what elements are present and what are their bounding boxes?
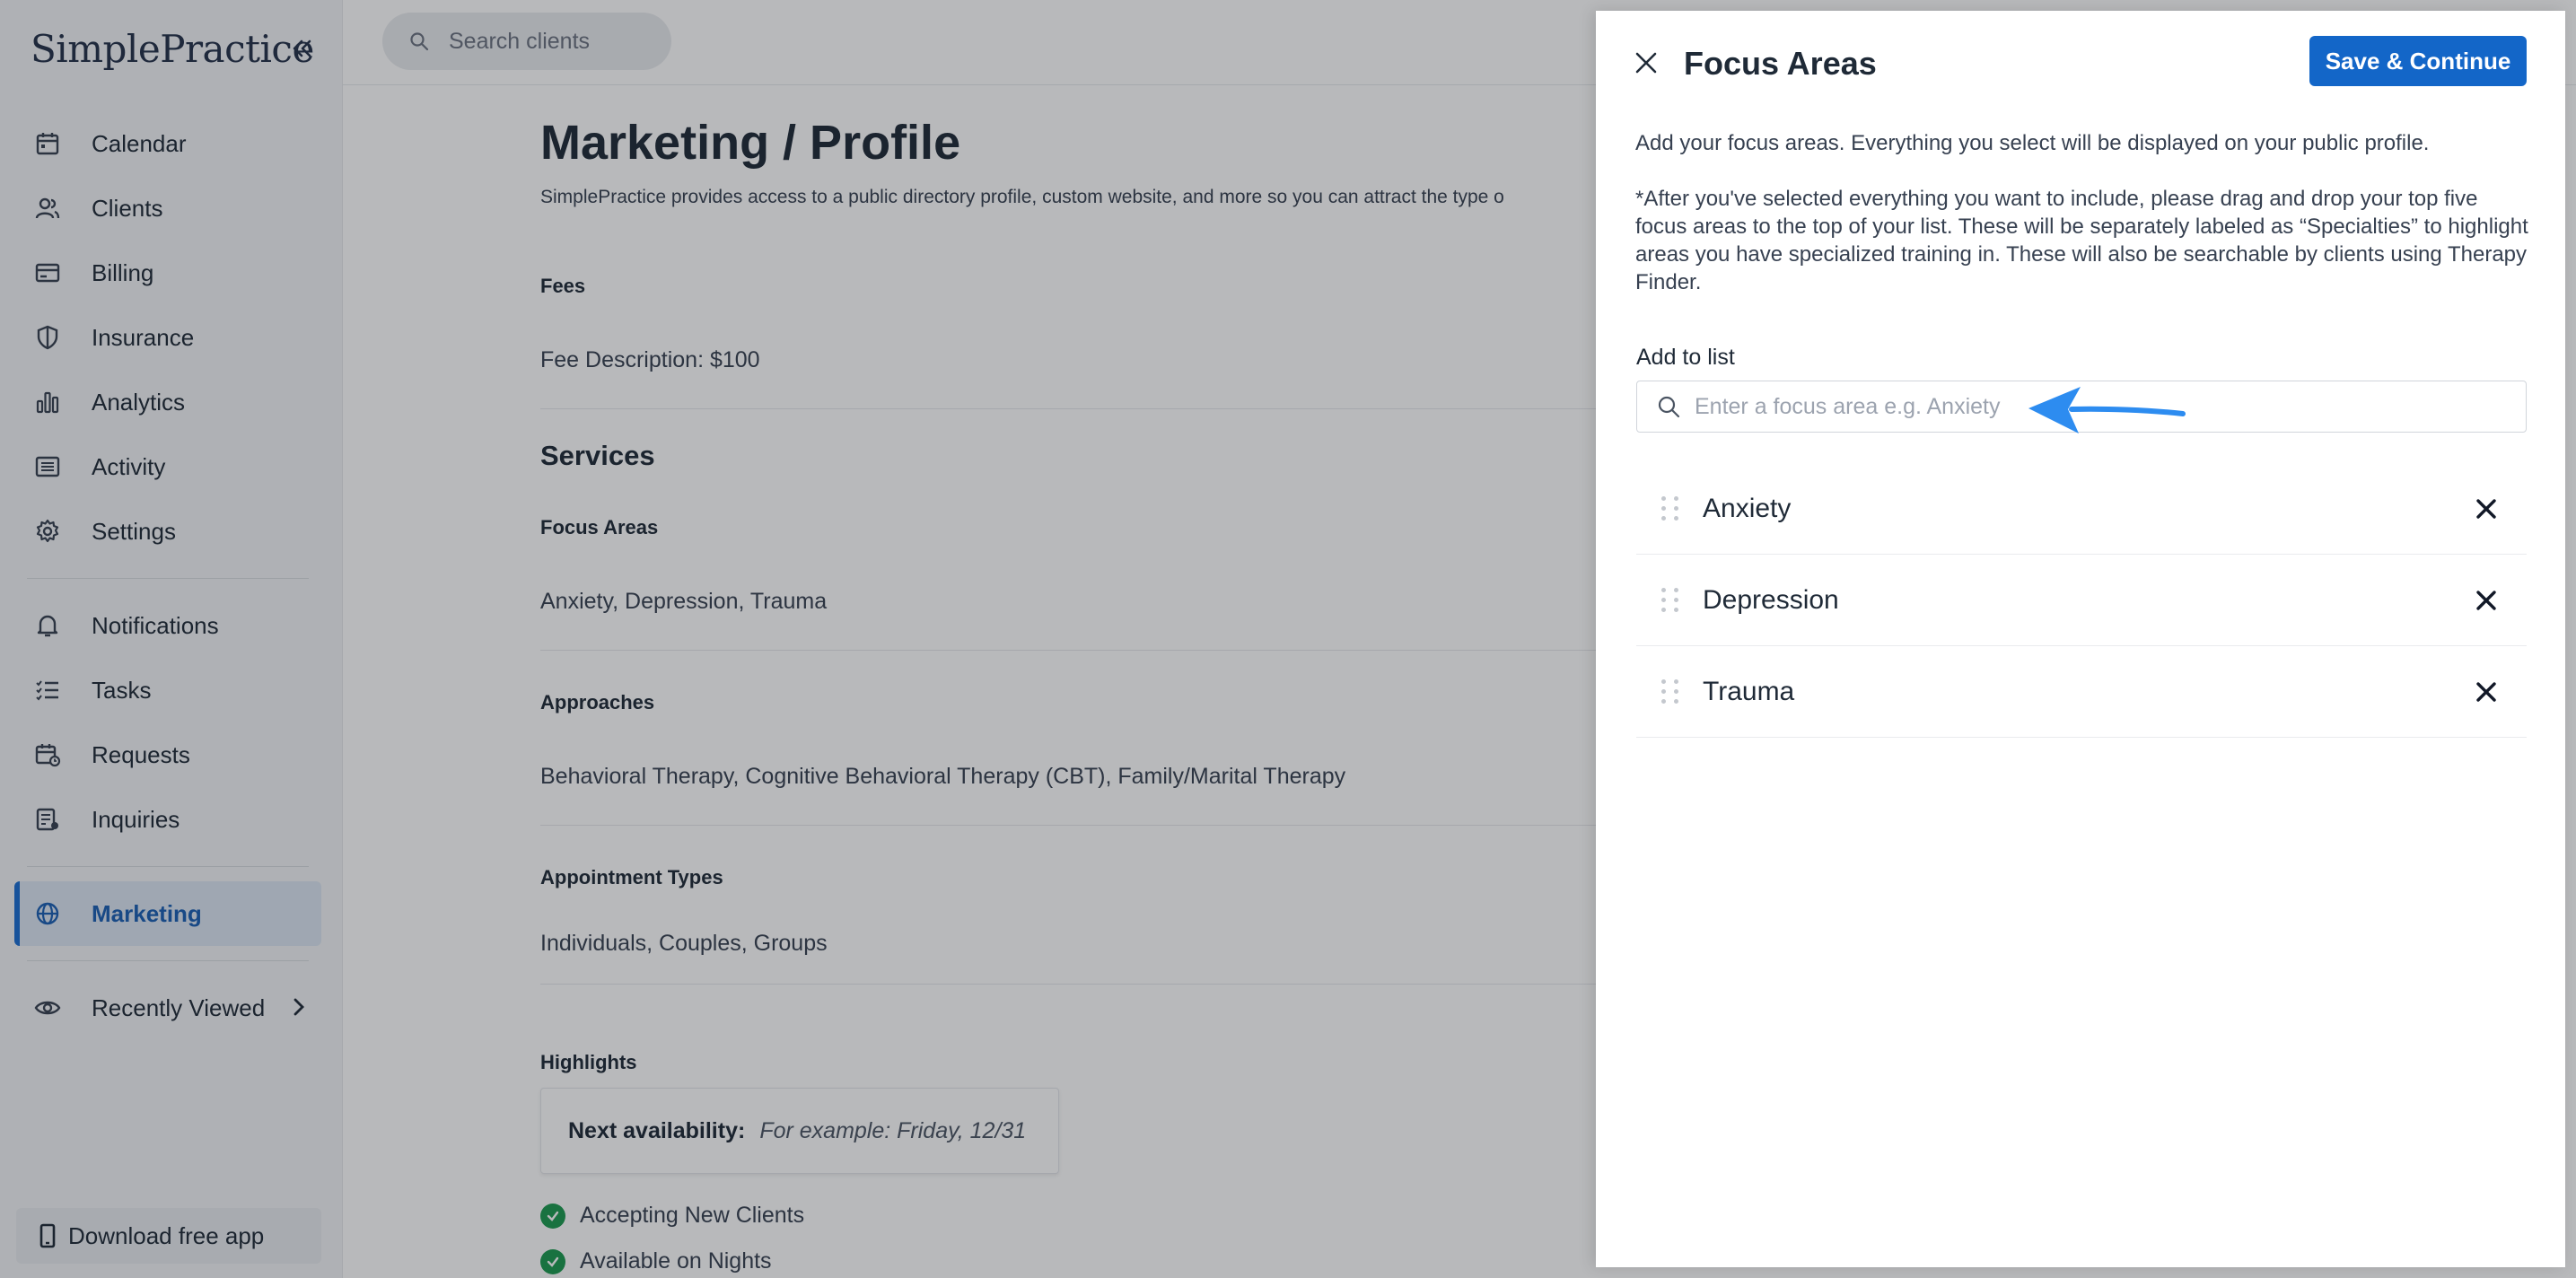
remove-icon[interactable]	[2471, 494, 2502, 524]
list-item[interactable]: Trauma	[1636, 646, 2527, 738]
drag-handle-icon[interactable]	[1661, 496, 1683, 521]
focus-area-list: Anxiety Depression Trauma	[1636, 463, 2527, 738]
save-continue-button[interactable]: Save & Continue	[2309, 36, 2527, 86]
remove-icon[interactable]	[2471, 585, 2502, 616]
focus-area-name: Anxiety	[1703, 493, 1792, 523]
drag-handle-icon[interactable]	[1661, 588, 1683, 612]
drawer-description: Add your focus areas. Everything you sel…	[1635, 129, 2533, 296]
focus-area-name: Trauma	[1703, 676, 1795, 706]
description-intro: Add your focus areas. Everything you sel…	[1635, 131, 2430, 155]
focus-area-name: Depression	[1703, 584, 1839, 615]
close-icon[interactable]	[1630, 47, 1662, 79]
drawer-title: Focus Areas	[1684, 45, 1877, 82]
list-item[interactable]: Anxiety	[1636, 463, 2527, 555]
add-to-list-label: Add to list	[1636, 345, 1735, 370]
search-icon	[1658, 396, 1680, 418]
list-item[interactable]: Depression	[1636, 555, 2527, 646]
remove-icon[interactable]	[2471, 677, 2502, 707]
pointer-arrow-icon	[2028, 387, 2186, 433]
focus-areas-drawer: Focus Areas Save & Continue Add your foc…	[1596, 11, 2565, 1267]
drag-handle-icon[interactable]	[1661, 679, 1683, 704]
description-instructions: *After you've selected everything you wa…	[1635, 187, 2528, 294]
